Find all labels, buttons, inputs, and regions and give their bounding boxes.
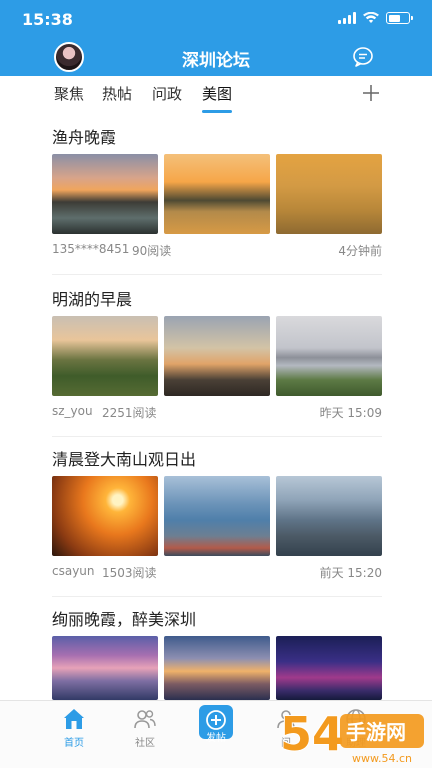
- post-author: sz_you: [52, 404, 93, 418]
- add-tab-icon[interactable]: [362, 84, 380, 102]
- tab-focus[interactable]: 聚焦: [54, 83, 84, 104]
- post-meta: 135****8451 90阅读 4分钟前: [52, 242, 382, 258]
- post-image[interactable]: [52, 154, 158, 234]
- post-meta: sz_you 2251阅读 昨天 15:09: [52, 404, 382, 420]
- post-image[interactable]: [52, 636, 158, 700]
- read-count: 90阅读: [132, 244, 172, 258]
- compose-label: 发帖: [206, 733, 226, 744]
- post-image[interactable]: [164, 636, 270, 700]
- post-time: 昨天 15:09: [319, 406, 382, 420]
- post-image[interactable]: [52, 316, 158, 396]
- post-image[interactable]: [164, 154, 270, 234]
- post-image[interactable]: [276, 154, 382, 234]
- read-count: 2251阅读: [102, 406, 157, 420]
- divider: [52, 596, 382, 597]
- post-card[interactable]: 渔舟晚霞 135****8451 90阅读 4分钟前: [52, 124, 382, 275]
- post-card[interactable]: 明湖的早晨 sz_you 2251阅读 昨天 15:09: [52, 286, 382, 437]
- post-image[interactable]: [164, 476, 270, 556]
- battery-icon: [386, 12, 413, 24]
- svg-text:54: 54: [280, 707, 344, 761]
- site-watermark-logo: 54 手游网 www.54.cn: [279, 706, 424, 765]
- tab-politics[interactable]: 问政: [152, 83, 182, 104]
- signal-icon: [338, 12, 356, 24]
- tab-hot[interactable]: 热帖: [102, 83, 132, 104]
- post-title[interactable]: 绚丽晚霞，醉美深圳: [52, 606, 382, 629]
- post-time: 4分钟前: [338, 244, 382, 258]
- tab-bar: 聚焦 热帖 问政 美图: [0, 76, 432, 116]
- wifi-icon: [363, 12, 379, 23]
- post-title[interactable]: 清晨登大南山观日出: [52, 446, 382, 469]
- svg-text:手游网: 手游网: [346, 720, 406, 744]
- nav-home-label: 首页: [64, 738, 84, 749]
- post-card[interactable]: 绚丽晚霞，醉美深圳: [52, 606, 382, 700]
- post-images: [52, 636, 382, 700]
- post-images: [52, 154, 382, 234]
- post-images: [52, 316, 382, 396]
- post-image[interactable]: [276, 476, 382, 556]
- nav-home[interactable]: 首页: [44, 707, 104, 749]
- home-icon: [64, 709, 84, 729]
- post-meta: csayun 1503阅读 前天 15:20: [52, 564, 382, 580]
- post-image[interactable]: [276, 636, 382, 700]
- post-author: 135****8451: [52, 242, 130, 256]
- nav-community-label: 社区: [135, 738, 155, 749]
- status-bar: 15:38: [22, 10, 413, 32]
- post-time: 前天 15:20: [319, 566, 382, 580]
- post-card[interactable]: 清晨登大南山观日出 csayun 1503阅读 前天 15:20: [52, 446, 382, 597]
- tab-pictures[interactable]: 美图: [202, 83, 232, 104]
- nav-community[interactable]: 社区: [115, 707, 175, 749]
- message-icon[interactable]: [352, 46, 374, 68]
- people-icon: [134, 710, 156, 729]
- post-title[interactable]: 渔舟晚霞: [52, 124, 382, 147]
- post-image[interactable]: [164, 316, 270, 396]
- top-bar: 15:38 深圳论坛: [0, 0, 432, 76]
- post-author: csayun: [52, 564, 95, 578]
- divider: [52, 436, 382, 437]
- post-image[interactable]: [52, 476, 158, 556]
- post-images: [52, 476, 382, 556]
- post-image[interactable]: [276, 316, 382, 396]
- read-count: 1503阅读: [102, 566, 157, 580]
- post-title[interactable]: 明湖的早晨: [52, 286, 382, 309]
- active-tab-indicator: [202, 110, 232, 113]
- svg-text:www.54.cn: www.54.cn: [352, 752, 412, 765]
- divider: [52, 274, 382, 275]
- status-time: 15:38: [22, 10, 73, 29]
- status-icons: [338, 12, 413, 24]
